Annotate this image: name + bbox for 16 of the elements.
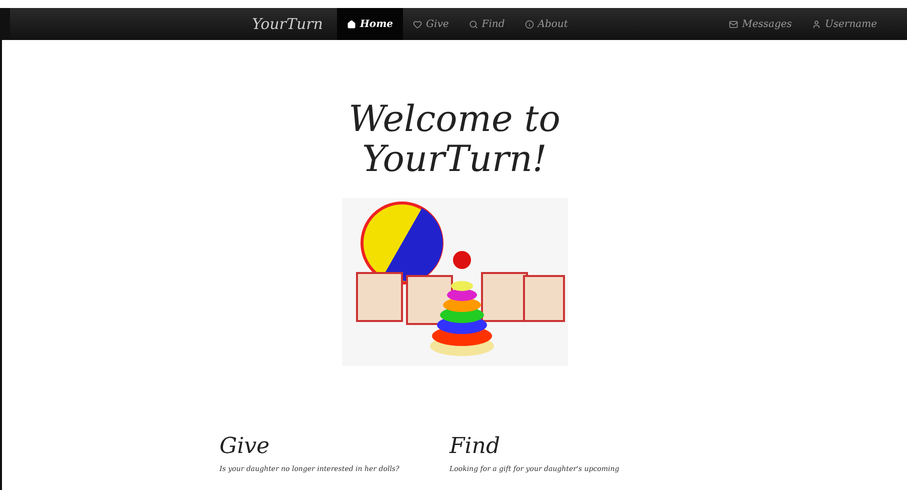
nav-link[interactable]: Give — [403, 8, 459, 40]
nav-link[interactable]: Username — [802, 8, 887, 40]
nav-link[interactable]: Messages — [719, 8, 802, 40]
brand-logo[interactable]: YourTurn — [252, 15, 323, 33]
section-heading: Find — [450, 434, 502, 459]
user-icon — [812, 20, 821, 28]
search-icon — [468, 20, 478, 28]
section-heading: Give — [220, 434, 271, 459]
nav-link[interactable]: Home — [336, 8, 404, 40]
nav-link[interactable]: Find — [458, 8, 515, 40]
mail-icon — [729, 20, 738, 28]
heart-icon — [413, 20, 422, 28]
home-icon — [346, 20, 356, 28]
page-title: Welcome to YourTurn! — [348, 100, 560, 180]
info-icon — [524, 20, 534, 28]
nav-link[interactable]: About — [514, 8, 578, 40]
